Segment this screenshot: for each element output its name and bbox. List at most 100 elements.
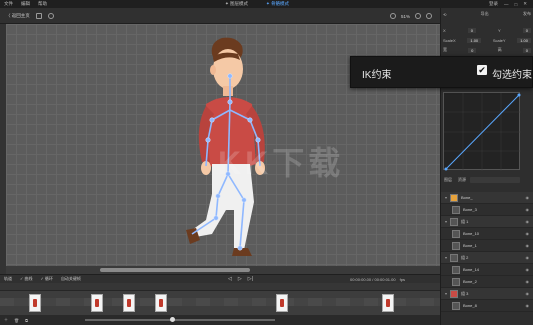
back-home-button[interactable]: 〈 返回主页 (6, 13, 30, 19)
delete-icon[interactable]: 🗑 (14, 318, 19, 323)
menu-file[interactable]: 文件 (4, 1, 13, 7)
keyframe[interactable] (29, 294, 41, 312)
menu-edit[interactable]: 编辑 (21, 1, 30, 7)
layer-thumbnail (452, 229, 460, 238)
curve-option[interactable]: ✓ 曲线 (20, 276, 32, 282)
tab-bone-mode[interactable]: ✦ 骨骼模式 (266, 1, 289, 7)
minimize-icon[interactable]: — (504, 2, 509, 7)
prop-scalex-input[interactable]: 1.00 (467, 37, 482, 43)
visibility-icon[interactable]: ◉ (526, 231, 530, 236)
layer-thumbnail (452, 265, 460, 274)
visibility-icon[interactable]: ◉ (526, 255, 530, 260)
prop-width-input[interactable]: 0 (468, 47, 477, 53)
keyframe[interactable] (382, 294, 394, 312)
expand-icon[interactable]: ▾ (445, 291, 447, 296)
watermark-text: KK下载 (218, 145, 345, 181)
keyframe[interactable] (276, 294, 288, 312)
menu-help[interactable]: 帮助 (38, 1, 47, 7)
add-track-icon[interactable]: ＋ (4, 317, 8, 323)
ik-constraint-title: IK约束 (362, 70, 392, 81)
layer-thumbnail (452, 205, 460, 214)
settings-icon[interactable] (47, 12, 54, 19)
prop-row: X 0 Y 0 (443, 26, 531, 34)
constraint-checkbox-label[interactable]: 勾选约束 (492, 66, 532, 81)
zoom-icon[interactable] (389, 13, 396, 19)
prop-x-input[interactable]: 0 (467, 27, 476, 33)
track-option[interactable]: 轨道 (4, 276, 12, 282)
visibility-icon[interactable]: ◉ (526, 207, 530, 212)
prev-frame-icon[interactable]: ◁ (228, 276, 232, 282)
layer-thumbnail (452, 241, 460, 250)
timeline-ruler[interactable] (0, 283, 440, 291)
zoom-level[interactable]: 51% (401, 14, 410, 19)
save-icon[interactable] (35, 12, 42, 19)
publish-button[interactable]: 发布 (523, 11, 531, 17)
curve-editor[interactable] (443, 92, 521, 171)
timeline-zoom-knob[interactable] (170, 317, 175, 322)
prop-height-input[interactable]: 0 (522, 47, 531, 53)
prop-row: 宽 0 高 0 (443, 46, 531, 54)
export-button[interactable]: 导出 (481, 11, 489, 17)
layer-row[interactable]: Bone_8 ◉ (441, 300, 533, 312)
layer-search-input[interactable] (470, 177, 520, 183)
curve-graph (444, 93, 521, 171)
expand-icon[interactable]: ▾ (445, 255, 447, 260)
mode-tabs: ✦ 图层模式 ✦ 骨骼模式 (225, 0, 289, 8)
time-display: 00:00:00.00 / 00:00:01.00 fps (350, 275, 405, 283)
login-link[interactable]: 登录 (489, 1, 498, 7)
next-frame-icon[interactable]: ▷| (248, 276, 253, 282)
layer-row[interactable]: Bone_1 ◉ (441, 240, 533, 252)
tab-layers[interactable]: 图层 (444, 177, 452, 183)
maximize-icon[interactable]: □ (515, 2, 518, 7)
prop-y-input[interactable]: 0 (522, 27, 531, 33)
toolbar: 〈 返回主页 51% (0, 8, 440, 24)
prop-scaley-input[interactable]: 1.00 (517, 37, 531, 43)
close-icon[interactable]: ✕ (523, 1, 527, 7)
layer-thumbnail (452, 301, 460, 310)
layer-thumbnail (452, 277, 460, 286)
visibility-icon[interactable]: ◉ (526, 291, 530, 296)
keyframe[interactable] (123, 294, 135, 312)
timeline-zoom-slider[interactable] (85, 319, 275, 321)
playback-controls: ◁ ▷ ▷| (228, 275, 253, 283)
window-controls: 登录 — □ ✕ (489, 0, 527, 8)
copy-icon[interactable]: ⧉ (25, 318, 28, 323)
visibility-icon[interactable]: ◉ (526, 279, 530, 284)
layer-row[interactable]: ▾ 组 1 ◉ (441, 216, 533, 228)
tab-assets[interactable]: 资源 (458, 177, 466, 183)
visibility-icon[interactable]: ◉ (526, 195, 530, 200)
folder-icon (450, 253, 459, 262)
toolbar-right: 51% (389, 8, 432, 24)
history-icon[interactable]: ⟲ (443, 12, 446, 17)
layer-thumbnail (450, 193, 459, 202)
expand-icon[interactable]: ▾ (445, 219, 447, 224)
layer-row[interactable]: ▾ 组 2 ◉ (441, 252, 533, 264)
fps-label[interactable]: fps (400, 277, 405, 282)
layer-row[interactable]: ▾ 组 3 ◉ (441, 288, 533, 300)
layer-thumbnail (450, 289, 459, 298)
visibility-icon[interactable]: ◉ (526, 243, 530, 248)
menu-bar: 文件 编辑 帮助 ✦ 图层模式 ✦ 骨骼模式 登录 — □ ✕ (0, 0, 533, 8)
prop-row: ScaleX 1.00 ScaleY 1.00 (443, 36, 531, 44)
expand-icon[interactable]: ▾ (445, 195, 447, 200)
layer-row[interactable]: Bone_14 ◉ (441, 264, 533, 276)
loop-option[interactable]: ✓ 循环 (40, 276, 52, 282)
layer-row[interactable]: Bone_3 ◉ (441, 204, 533, 216)
visibility-icon[interactable]: ◉ (526, 219, 530, 224)
zoom-in-icon[interactable] (415, 13, 421, 19)
play-icon[interactable]: ▷ (238, 276, 242, 282)
canvas-scroll-thumb[interactable] (100, 268, 250, 272)
visibility-icon[interactable]: ◉ (526, 267, 530, 272)
zoom-out-icon[interactable] (426, 13, 432, 19)
keyframe[interactable] (155, 294, 167, 312)
auto-keyframe-option[interactable]: 自动关键帧 (61, 276, 81, 282)
layer-row[interactable]: Bone_2 ◉ (441, 276, 533, 288)
tab-layer-mode[interactable]: ✦ 图层模式 (225, 1, 248, 7)
panel-header-row: ⟲ 导出 发布 (443, 10, 531, 18)
constraint-checkbox[interactable]: ✔ (477, 65, 487, 75)
timecode[interactable]: 00:00:00.00 / 00:00:01.00 (350, 277, 396, 282)
layer-row[interactable]: ▾ Bone_ ◉ (441, 192, 533, 204)
layer-row[interactable]: Bone_10 ◉ (441, 228, 533, 240)
visibility-icon[interactable]: ◉ (526, 303, 530, 308)
keyframe[interactable] (91, 294, 103, 312)
